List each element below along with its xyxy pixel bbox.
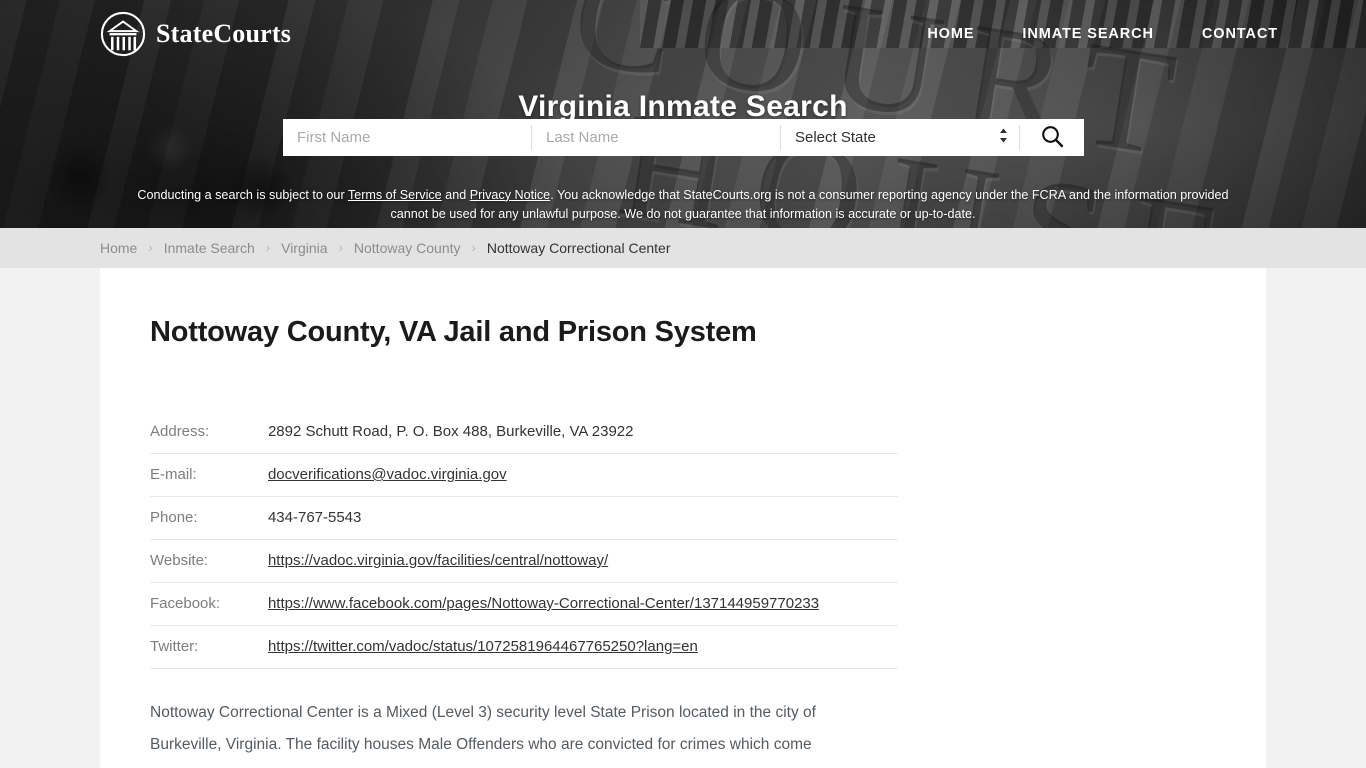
nav-item-inmate-search[interactable]: INMATE SEARCH <box>1022 26 1153 42</box>
breadcrumb: Home › Inmate Search › Virginia › Nottow… <box>100 239 671 257</box>
row-value-phone: 434-767-5543 <box>267 496 898 540</box>
facebook-link[interactable]: https://www.facebook.com/pages/Nottoway-… <box>268 595 819 612</box>
twitter-link[interactable]: https://twitter.com/vadoc/status/1072581… <box>268 638 698 655</box>
table-row: Address: 2892 Schutt Road, P. O. Box 488… <box>150 411 898 454</box>
nav-item-home[interactable]: HOME <box>927 26 974 42</box>
breadcrumb-item-home[interactable]: Home <box>100 240 137 256</box>
row-label-email: E-mail: <box>150 453 268 497</box>
table-row: Phone: 434-767-5543 <box>150 496 898 540</box>
primary-navigation: HOME INMATE SEARCH CONTACT <box>927 26 1278 42</box>
last-name-input[interactable] <box>532 119 780 156</box>
search-disclaimer: Conducting a search is subject to our Te… <box>123 186 1243 224</box>
breadcrumb-item-nottoway-county[interactable]: Nottoway County <box>354 240 461 256</box>
state-select[interactable]: Select State <box>781 119 1019 156</box>
breadcrumb-separator: › <box>471 239 476 255</box>
breadcrumb-item-current: Nottoway Correctional Center <box>486 240 671 256</box>
privacy-notice-link[interactable]: Privacy Notice <box>470 188 550 202</box>
row-label-phone: Phone: <box>150 496 268 540</box>
inmate-search-form: Select State <box>283 119 1084 156</box>
page-title: Nottoway County, VA Jail and Prison Syst… <box>150 316 757 348</box>
facility-details-table: Address: 2892 Schutt Road, P. O. Box 488… <box>150 411 898 669</box>
facility-description: Nottoway Correctional Center is a Mixed … <box>150 704 816 753</box>
breadcrumb-item-inmate-search[interactable]: Inmate Search <box>164 240 255 256</box>
nav-item-contact[interactable]: CONTACT <box>1202 26 1278 42</box>
breadcrumb-item-virginia[interactable]: Virginia <box>281 240 327 256</box>
search-button[interactable] <box>1020 119 1084 156</box>
courthouse-circle-icon <box>100 11 146 57</box>
state-select-wrapper: Select State <box>781 119 1019 156</box>
row-label-address: Address: <box>150 411 268 454</box>
search-icon <box>1040 124 1065 152</box>
breadcrumb-bar: Home › Inmate Search › Virginia › Nottow… <box>0 228 1366 268</box>
hero-banner: COURTHOUSE StateCourts HOME INMA <box>0 0 1366 228</box>
row-value-twitter: https://twitter.com/vadoc/status/1072581… <box>267 625 898 669</box>
first-name-input[interactable] <box>283 119 531 156</box>
brand-name: StateCourts <box>156 19 292 48</box>
disclaimer-part-2: and <box>441 187 470 202</box>
breadcrumb-separator: › <box>265 239 271 255</box>
disclaimer-part-1: Conducting a search is subject to our <box>137 187 348 202</box>
table-row: Facebook: https://www.facebook.com/pages… <box>150 582 898 626</box>
row-value-facebook: https://www.facebook.com/pages/Nottoway-… <box>267 582 898 626</box>
site-logo-link[interactable]: StateCourts <box>100 11 291 57</box>
email-link[interactable]: docverifications@vadoc.virginia.gov <box>268 466 507 483</box>
row-label-website: Website: <box>150 539 268 583</box>
website-link[interactable]: https://vadoc.virginia.gov/facilities/ce… <box>268 552 608 569</box>
row-value-address: 2892 Schutt Road, P. O. Box 488, Burkevi… <box>267 411 898 454</box>
content-card: Nottoway County, VA Jail and Prison Syst… <box>100 268 1266 768</box>
breadcrumb-separator: › <box>338 239 343 255</box>
table-row: E-mail: docverifications@vadoc.virginia.… <box>150 453 898 497</box>
row-value-email: docverifications@vadoc.virginia.gov <box>267 453 898 497</box>
row-label-twitter: Twitter: <box>150 625 268 669</box>
row-label-facebook: Facebook: <box>150 582 268 626</box>
terms-of-service-link[interactable]: Terms of Service <box>348 188 442 202</box>
breadcrumb-separator: › <box>148 239 153 255</box>
row-value-website: https://vadoc.virginia.gov/facilities/ce… <box>267 539 898 583</box>
table-row: Website: https://vadoc.virginia.gov/faci… <box>150 539 898 583</box>
table-row: Twitter: https://twitter.com/vadoc/statu… <box>150 625 898 669</box>
page-body: Nottoway County, VA Jail and Prison Syst… <box>0 268 1366 768</box>
